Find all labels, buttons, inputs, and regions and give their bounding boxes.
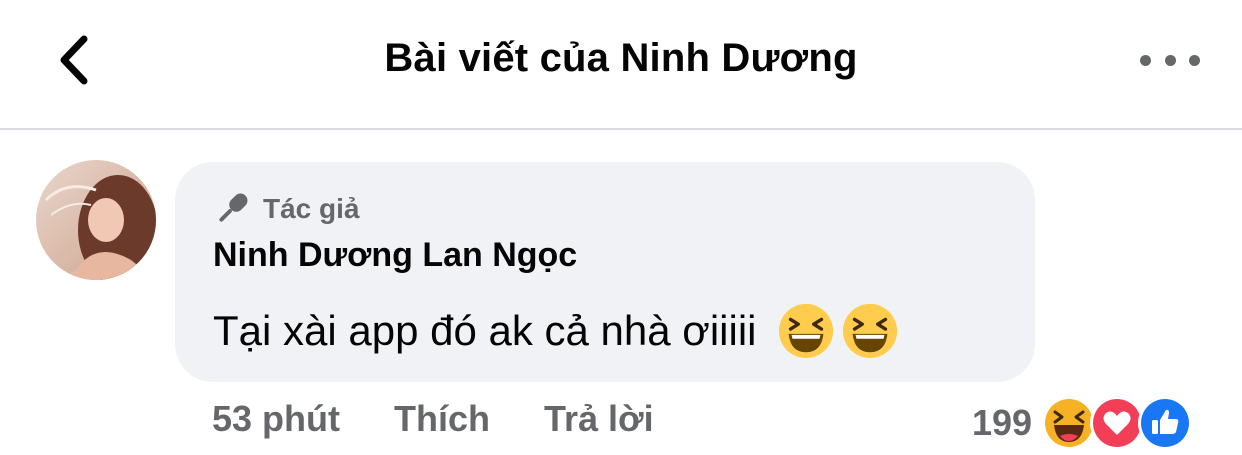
reaction-count: 199 [972,402,1033,443]
top-navigation-bar: Bài viết của Ninh Dương [0,0,1242,130]
avatar-image [36,160,156,280]
laughing-emoji [778,303,833,359]
more-dot [1189,54,1200,66]
avatar[interactable] [36,160,156,280]
comment-actions: 53 phút Thích Trả lời [212,398,654,440]
post-comment-screen: Bài viết của Ninh Dương Tác giả Ninh Dươ… [0,0,1242,455]
like-reaction-icon [1138,396,1193,450]
comment-author-name[interactable]: Ninh Dương Lan Ngọc [213,236,577,275]
love-reaction-icon [1090,396,1145,450]
comment-timestamp[interactable]: 53 phút [212,398,340,440]
laughing-emoji [842,303,897,359]
author-badge: Tác giả [213,190,359,228]
more-dot [1164,54,1176,66]
comment-text-content: Tại xài app đó ak cả nhà ơiiiii [213,307,757,354]
reaction-summary[interactable]: 199 [972,396,1193,450]
haha-reaction-icon [1042,396,1097,450]
more-options-button[interactable] [1140,40,1200,80]
author-badge-label: Tác giả [263,193,360,224]
comment-text: Tại xài app đó ak cả nhà ơiiiii [213,302,899,360]
like-button[interactable]: Thích [394,398,490,440]
more-horizontal-icon [1140,54,1151,66]
reply-button[interactable]: Trả lời [544,398,654,440]
microphone-icon [219,193,248,222]
page-title: Bài viết của Ninh Dương [384,36,858,80]
comment-bubble[interactable]: Tác giả Ninh Dương Lan Ngọc Tại xài app … [175,162,1035,382]
